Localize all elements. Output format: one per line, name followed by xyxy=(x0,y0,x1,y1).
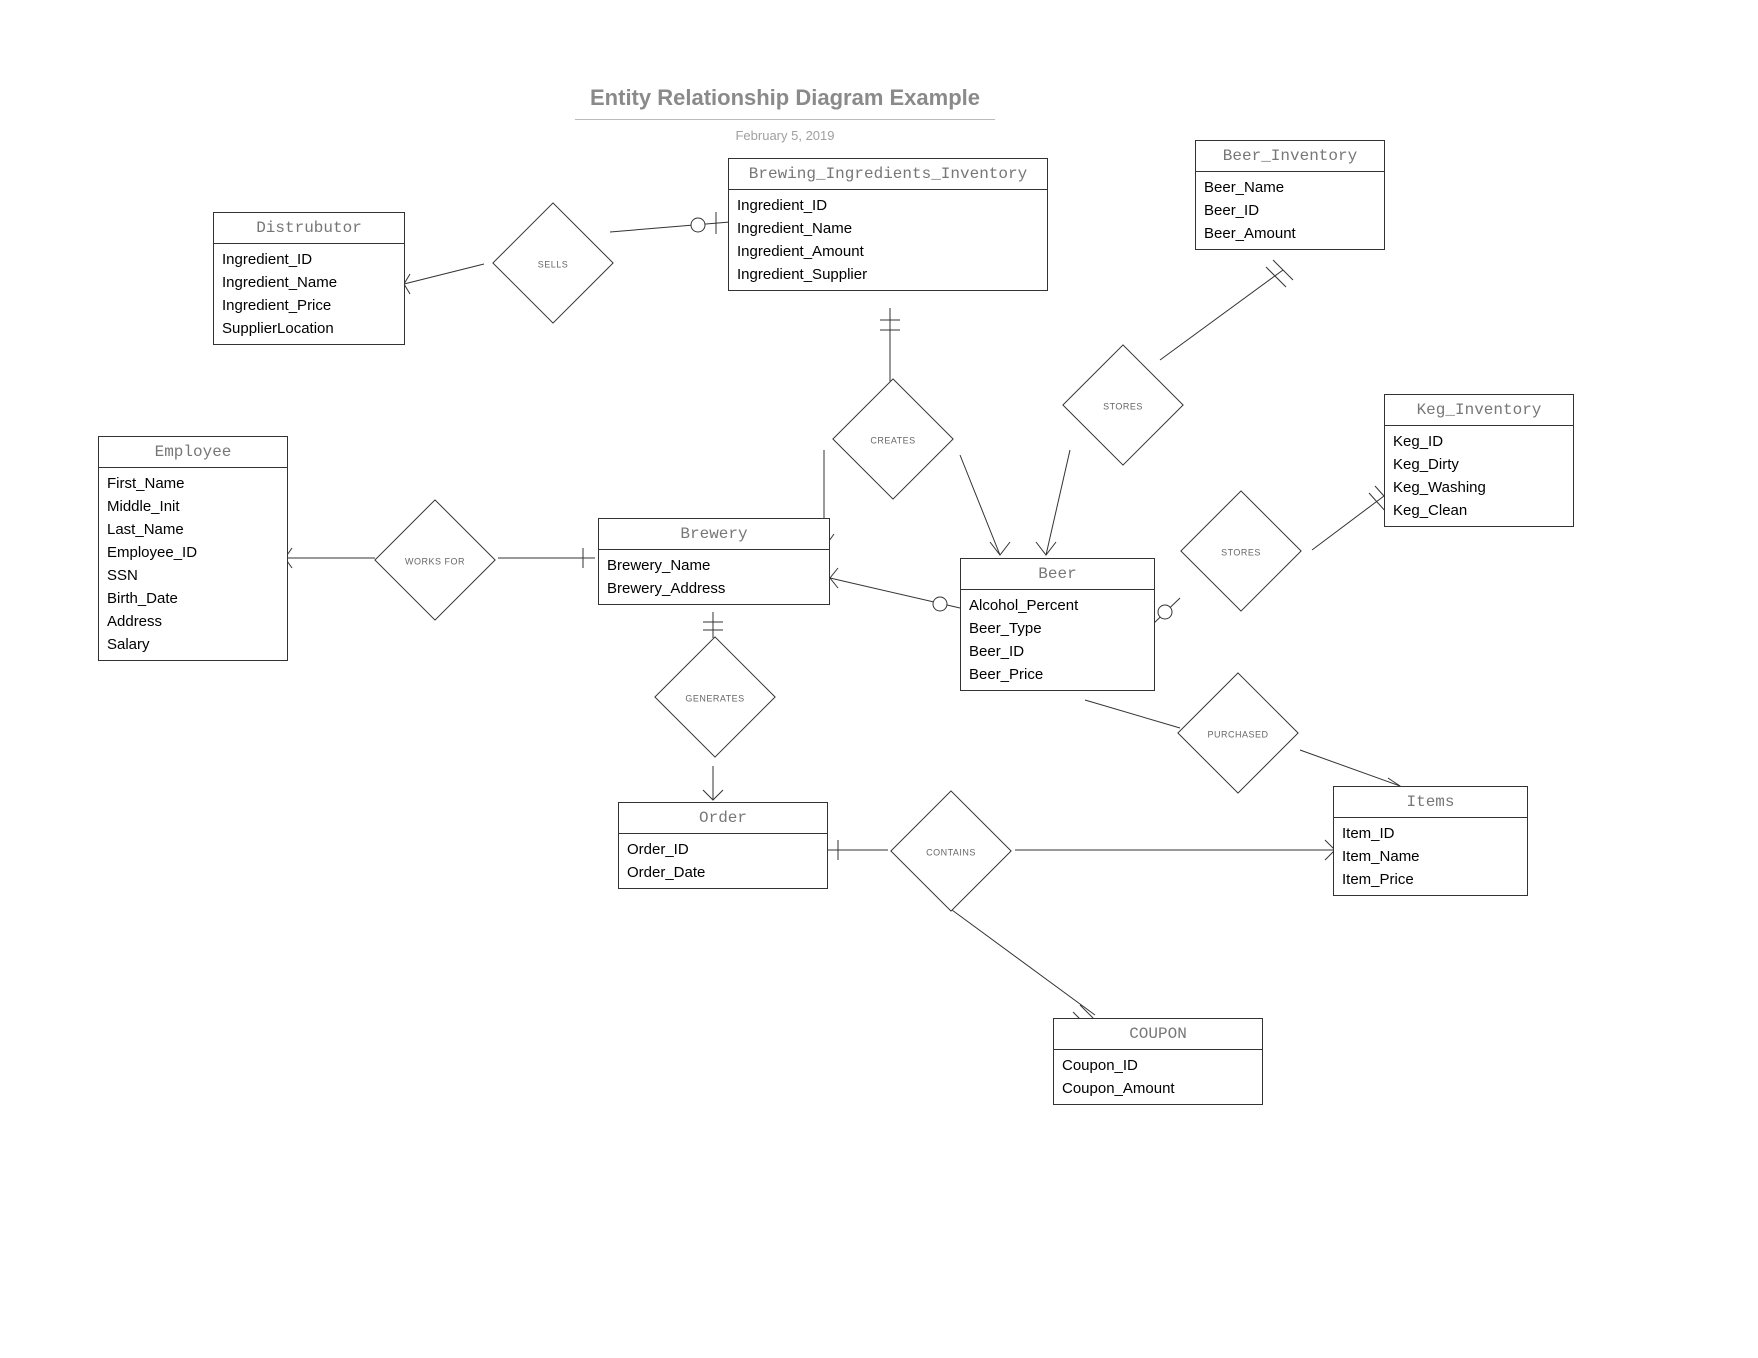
attr: Middle_Init xyxy=(105,495,281,518)
entity-keg-inventory: Keg_Inventory Keg_ID Keg_Dirty Keg_Washi… xyxy=(1384,394,1574,527)
entity-brewing-ingredients: Brewing_Ingredients_Inventory Ingredient… xyxy=(728,158,1048,291)
attr: Alcohol_Percent xyxy=(967,594,1148,617)
entity-items: Items Item_ID Item_Name Item_Price xyxy=(1333,786,1528,896)
attr: Brewery_Address xyxy=(605,577,823,600)
rel-label: CREATES xyxy=(833,435,953,445)
attr: Order_Date xyxy=(625,861,821,884)
rel-label: SELLS xyxy=(493,259,613,269)
entity-beer: Beer Alcohol_Percent Beer_Type Beer_ID B… xyxy=(960,558,1155,691)
attr: Brewery_Name xyxy=(605,554,823,577)
entity-distributor: Distrubutor Ingredient_ID Ingredient_Nam… xyxy=(213,212,405,345)
entity-header: Employee xyxy=(99,437,287,468)
attr: Address xyxy=(105,610,281,633)
entity-header: Beer_Inventory xyxy=(1196,141,1384,172)
attr: Ingredient_Name xyxy=(735,217,1041,240)
attr: Beer_Amount xyxy=(1202,222,1378,245)
attr: Ingredient_Supplier xyxy=(735,263,1041,286)
attr: Item_Name xyxy=(1340,845,1521,868)
entity-body: Item_ID Item_Name Item_Price xyxy=(1334,818,1527,895)
rel-label: GENERATES xyxy=(655,693,775,703)
entity-header: COUPON xyxy=(1054,1019,1262,1050)
entity-body: Coupon_ID Coupon_Amount xyxy=(1054,1050,1262,1104)
attr: Salary xyxy=(105,633,281,656)
attr: Birth_Date xyxy=(105,587,281,610)
entity-body: First_Name Middle_Init Last_Name Employe… xyxy=(99,468,287,660)
attr: Item_Price xyxy=(1340,868,1521,891)
entity-brewery: Brewery Brewery_Name Brewery_Address xyxy=(598,518,830,605)
entity-header: Items xyxy=(1334,787,1527,818)
entity-body: Keg_ID Keg_Dirty Keg_Washing Keg_Clean xyxy=(1385,426,1573,526)
entity-header: Beer xyxy=(961,559,1154,590)
entity-body: Beer_Name Beer_ID Beer_Amount xyxy=(1196,172,1384,249)
attr: Beer_Name xyxy=(1202,176,1378,199)
rel-label: CONTAINS xyxy=(891,847,1011,857)
entity-body: Brewery_Name Brewery_Address xyxy=(599,550,829,604)
entity-header: Keg_Inventory xyxy=(1385,395,1573,426)
attr: Last_Name xyxy=(105,518,281,541)
attr: Ingredient_Price xyxy=(220,294,398,317)
rel-creates: CREATES xyxy=(832,378,954,500)
attr: Beer_Type xyxy=(967,617,1148,640)
entity-coupon: COUPON Coupon_ID Coupon_Amount xyxy=(1053,1018,1263,1105)
attr: Keg_Washing xyxy=(1391,476,1567,499)
entity-body: Order_ID Order_Date xyxy=(619,834,827,888)
attr: Coupon_Amount xyxy=(1060,1077,1256,1100)
attr: Beer_ID xyxy=(967,640,1148,663)
attr: Item_ID xyxy=(1340,822,1521,845)
rel-label: STORES xyxy=(1181,547,1301,557)
rel-label: STORES xyxy=(1063,401,1183,411)
rel-label: PURCHASED xyxy=(1178,729,1298,739)
attr: Keg_ID xyxy=(1391,430,1567,453)
rel-generates: GENERATES xyxy=(654,636,776,758)
attr: Beer_Price xyxy=(967,663,1148,686)
entity-body: Ingredient_ID Ingredient_Name Ingredient… xyxy=(214,244,404,344)
attr: SupplierLocation xyxy=(220,317,398,340)
rel-contains: CONTAINS xyxy=(890,790,1012,912)
entity-header: Brewing_Ingredients_Inventory xyxy=(729,159,1047,190)
rel-stores-beer: STORES xyxy=(1062,344,1184,466)
rel-purchased: PURCHASED xyxy=(1177,672,1299,794)
erd-canvas: Entity Relationship Diagram Example Febr… xyxy=(0,0,1758,1358)
attr: Ingredient_Name xyxy=(220,271,398,294)
entity-header: Brewery xyxy=(599,519,829,550)
entity-employee: Employee First_Name Middle_Init Last_Nam… xyxy=(98,436,288,661)
entity-order: Order Order_ID Order_Date xyxy=(618,802,828,889)
attr: Ingredient_ID xyxy=(735,194,1041,217)
attr: SSN xyxy=(105,564,281,587)
attr: Employee_ID xyxy=(105,541,281,564)
attr: Ingredient_Amount xyxy=(735,240,1041,263)
attr: First_Name xyxy=(105,472,281,495)
attr: Coupon_ID xyxy=(1060,1054,1256,1077)
entity-body: Alcohol_Percent Beer_Type Beer_ID Beer_P… xyxy=(961,590,1154,690)
diagram-title: Entity Relationship Diagram Example xyxy=(575,85,995,120)
rel-label: WORKS FOR xyxy=(375,556,495,566)
rel-stores-keg: STORES xyxy=(1180,490,1302,612)
rel-sells: SELLS xyxy=(492,202,614,324)
attr: Order_ID xyxy=(625,838,821,861)
entity-beer-inventory: Beer_Inventory Beer_Name Beer_ID Beer_Am… xyxy=(1195,140,1385,250)
attr: Keg_Dirty xyxy=(1391,453,1567,476)
diagram-date: February 5, 2019 xyxy=(685,128,885,143)
entity-header: Distrubutor xyxy=(214,213,404,244)
attr: Keg_Clean xyxy=(1391,499,1567,522)
entity-header: Order xyxy=(619,803,827,834)
entity-body: Ingredient_ID Ingredient_Name Ingredient… xyxy=(729,190,1047,290)
attr: Beer_ID xyxy=(1202,199,1378,222)
attr: Ingredient_ID xyxy=(220,248,398,271)
rel-works-for: WORKS FOR xyxy=(374,499,496,621)
